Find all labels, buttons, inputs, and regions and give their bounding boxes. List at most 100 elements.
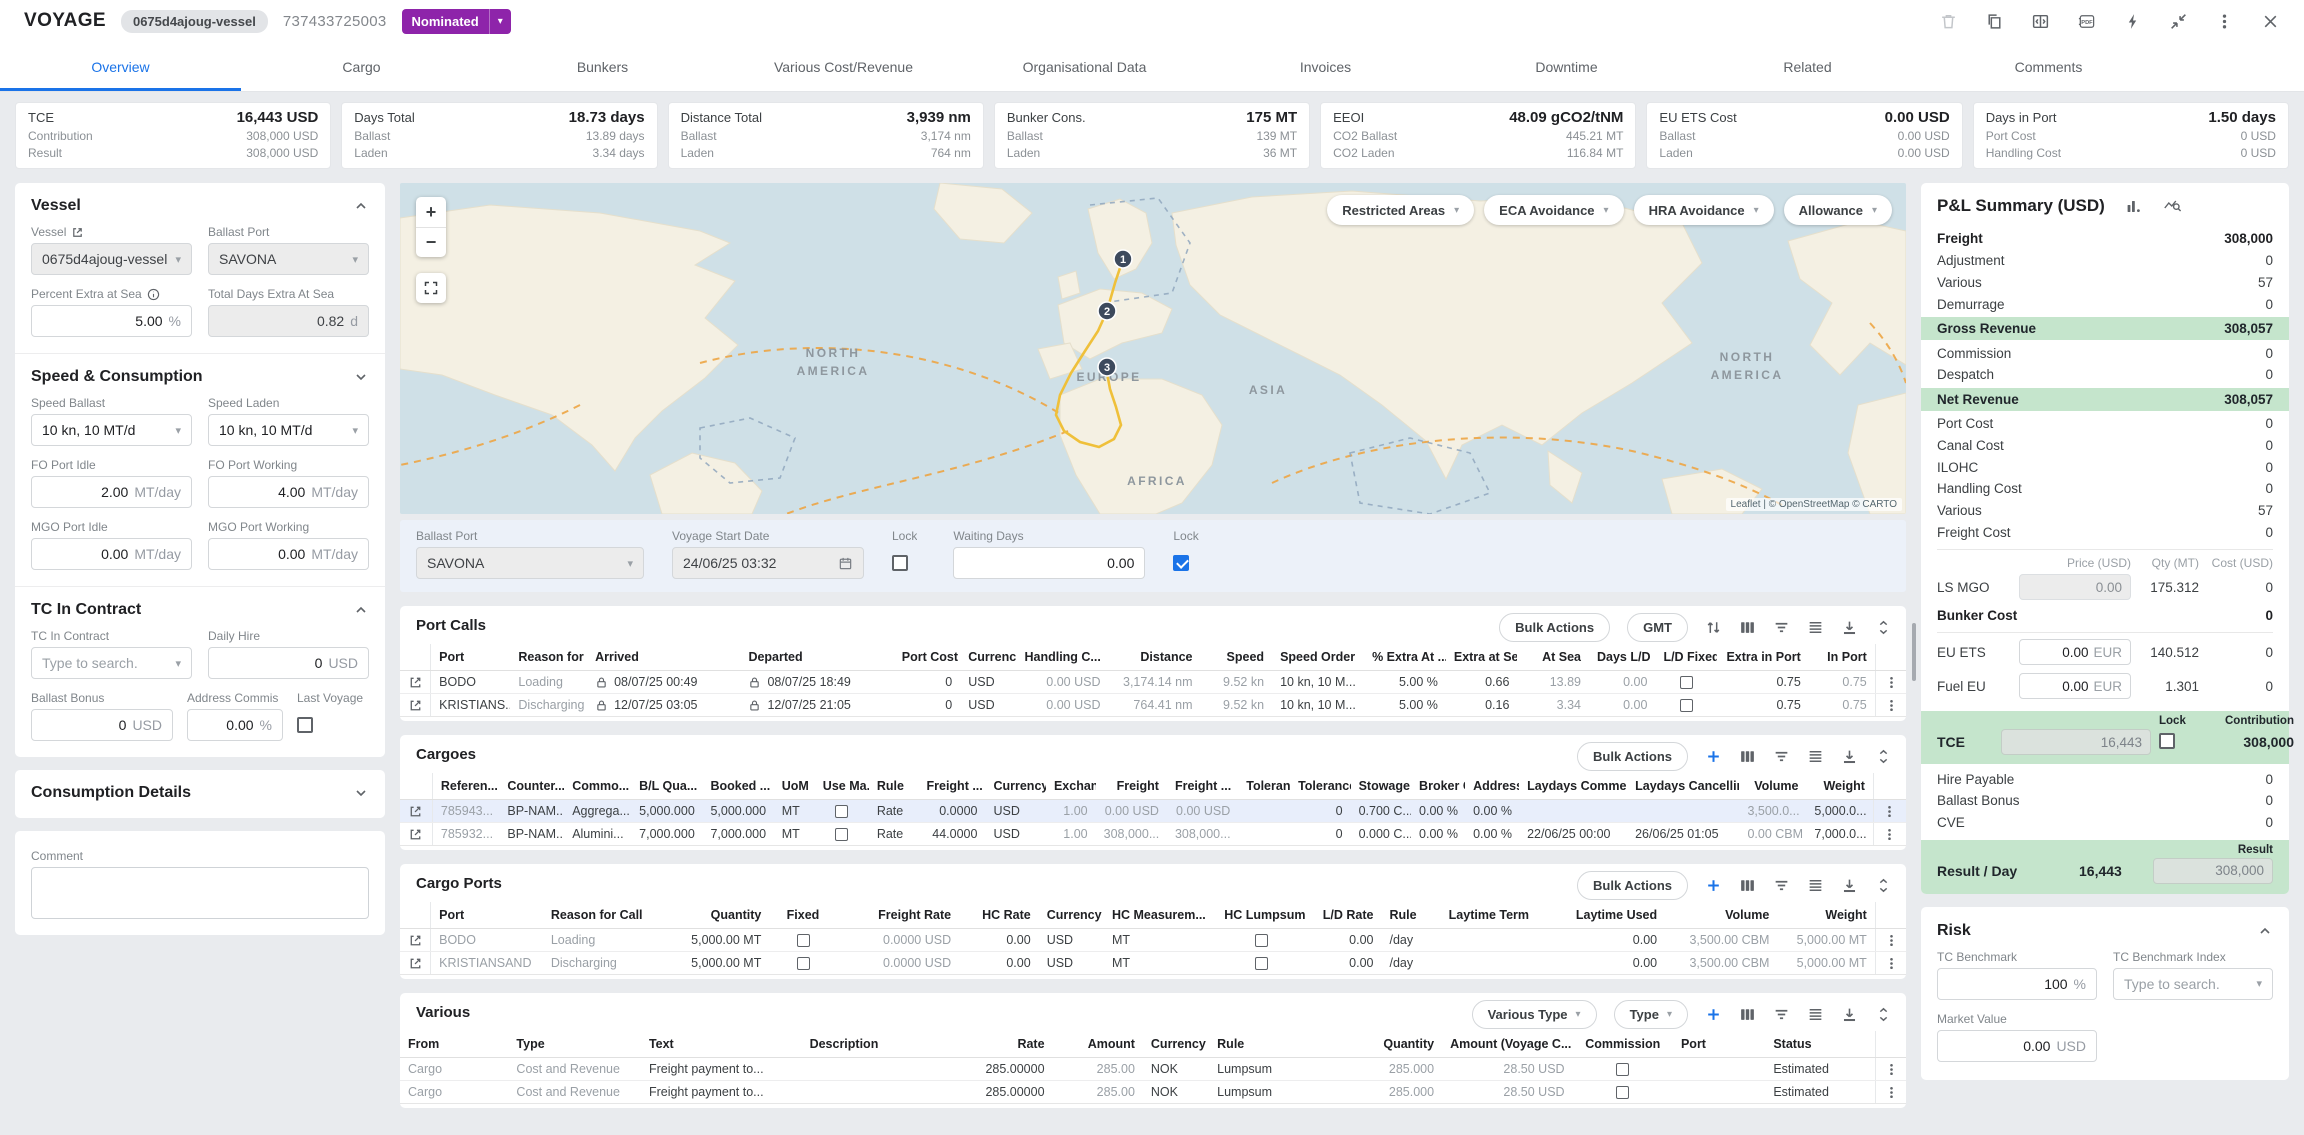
column-header[interactable]: Use Ma... — [815, 773, 869, 800]
column-header[interactable]: Freight ... — [919, 773, 986, 800]
copy-icon[interactable] — [1985, 12, 2004, 31]
column-header[interactable]: Freight — [1096, 773, 1167, 800]
bulk-actions-button[interactable]: Bulk Actions — [1577, 742, 1688, 771]
eca-avoidance-button[interactable]: ECA Avoidance▾ — [1484, 195, 1623, 225]
column-header[interactable]: Description — [802, 1031, 943, 1058]
columns-icon[interactable] — [1739, 877, 1756, 894]
column-header[interactable]: Port — [431, 902, 543, 929]
l-d-fixed-checkbox[interactable] — [1680, 676, 1693, 689]
row-menu-icon[interactable] — [1884, 1085, 1899, 1100]
column-header[interactable]: Counter... — [499, 773, 564, 800]
columns-icon[interactable] — [1739, 1006, 1756, 1023]
market-value-input[interactable]: 0.00USD — [1937, 1030, 2097, 1062]
mgo-port-working-input[interactable]: 0.00MT/day — [208, 538, 369, 570]
open-record-icon[interactable] — [408, 698, 423, 713]
chevron-up-icon[interactable] — [353, 198, 369, 214]
info-icon[interactable] — [147, 288, 160, 301]
tab-various-cost-revenue[interactable]: Various Cost/Revenue — [723, 42, 964, 91]
chevron-down-icon[interactable] — [353, 785, 369, 801]
column-header[interactable]: Freight Rate — [837, 902, 959, 929]
tab-comments[interactable]: Comments — [1928, 42, 2169, 91]
filter-icon[interactable] — [1773, 619, 1790, 636]
zoom-out-button[interactable]: − — [416, 227, 446, 257]
open-record-icon[interactable] — [408, 804, 423, 819]
row-menu-icon[interactable] — [1884, 675, 1899, 690]
plus-icon[interactable] — [1705, 1006, 1722, 1023]
download-icon[interactable] — [1841, 748, 1858, 765]
column-header[interactable]: Extra at Sea — [1446, 644, 1518, 671]
column-header[interactable]: Currency — [1143, 1031, 1209, 1058]
table-row[interactable]: BODOLoading5,000.00 MT0.0000 USD0.00USDM… — [400, 929, 1906, 952]
filter-icon[interactable] — [1773, 877, 1790, 894]
hc-lumpsum-checkbox[interactable] — [1255, 957, 1268, 970]
tab-related[interactable]: Related — [1687, 42, 1928, 91]
column-header[interactable]: Rule — [869, 773, 919, 800]
compare-icon[interactable] — [2031, 12, 2050, 31]
eu-ets-price-input[interactable]: 0.00EUR — [2019, 639, 2131, 665]
last-voyage-checkbox[interactable] — [297, 717, 313, 733]
column-header[interactable]: Rule — [1382, 902, 1441, 929]
column-header[interactable]: Laydays Commence — [1519, 773, 1627, 800]
unfold-icon[interactable] — [1875, 748, 1892, 765]
fo-port-working-input[interactable]: 4.00MT/day — [208, 476, 369, 508]
hra-avoidance-button[interactable]: HRA Avoidance▾ — [1634, 195, 1774, 225]
column-header[interactable]: HC Measurem... — [1104, 902, 1216, 929]
tab-invoices[interactable]: Invoices — [1205, 42, 1446, 91]
column-header[interactable]: UoM — [774, 773, 815, 800]
column-header[interactable]: Days L/D — [1589, 644, 1655, 671]
row-menu-icon[interactable] — [1884, 956, 1899, 971]
column-header[interactable]: Reason for ... — [510, 644, 587, 671]
fuel-eu-price-input[interactable]: 0.00EUR — [2019, 673, 2131, 699]
fo-port-idle-input[interactable]: 2.00MT/day — [31, 476, 192, 508]
open-record-icon[interactable] — [408, 956, 423, 971]
filter-icon[interactable] — [1773, 1006, 1790, 1023]
table-row[interactable]: 785932...BP-NAM...Alumini...7,000.0007,0… — [400, 823, 1906, 846]
column-header[interactable]: HC Lumpsum — [1216, 902, 1306, 929]
column-header[interactable]: Laytime Used — [1563, 902, 1665, 929]
row-menu-icon[interactable] — [1884, 698, 1899, 713]
column-header[interactable]: Broker C. — [1411, 773, 1465, 800]
lock-checkbox[interactable] — [1173, 555, 1189, 571]
open-record-icon[interactable] — [408, 827, 423, 842]
column-header[interactable]: Booked ... — [702, 773, 773, 800]
vessel-select[interactable]: 0675d4ajoug-vessel▾ — [31, 243, 192, 275]
row-menu-icon[interactable] — [1882, 804, 1897, 819]
allowance-button[interactable]: Allowance▾ — [1784, 195, 1892, 225]
ballast-port-select[interactable]: SAVONA▾ — [416, 547, 644, 579]
column-header[interactable]: Reason for Call — [543, 902, 657, 929]
rows-icon[interactable] — [1807, 619, 1824, 636]
column-header[interactable]: L/D Fixed — [1655, 644, 1716, 671]
close-icon[interactable] — [2261, 12, 2280, 31]
download-icon[interactable] — [1841, 1006, 1858, 1023]
column-header[interactable]: Currency — [1039, 902, 1104, 929]
unfold-icon[interactable] — [1875, 619, 1892, 636]
unfold-icon[interactable] — [1875, 1006, 1892, 1023]
open-record-icon[interactable] — [408, 933, 423, 948]
open-record-icon[interactable] — [408, 675, 423, 690]
tc-benchmark-input[interactable]: 100% — [1937, 968, 2097, 1000]
table-row[interactable]: 785943...BP-NAM...Aggrega...5,000.0005,0… — [400, 800, 1906, 823]
columns-icon[interactable] — [1739, 748, 1756, 765]
column-header[interactable]: In Port — [1809, 644, 1875, 671]
type-button[interactable]: Type▾ — [1614, 1000, 1688, 1029]
column-header[interactable]: HC Rate — [959, 902, 1039, 929]
column-header[interactable]: Referen... — [432, 773, 499, 800]
column-header[interactable]: Port — [431, 644, 511, 671]
speed-ballast-select[interactable]: 10 kn, 10 MT/d▾ — [31, 414, 192, 446]
column-header[interactable]: Tolerance — [1290, 773, 1350, 800]
zoom-in-button[interactable]: + — [416, 197, 446, 227]
column-header[interactable]: Toleran... — [1238, 773, 1290, 800]
column-header[interactable]: Volume — [1665, 902, 1777, 929]
bolt-icon[interactable] — [2123, 12, 2142, 31]
column-header[interactable]: From — [400, 1031, 508, 1058]
gmt-button[interactable]: GMT — [1627, 613, 1688, 642]
kebab-icon[interactable] — [2215, 12, 2234, 31]
column-header[interactable]: Laydays Cancelling — [1627, 773, 1739, 800]
voyage-start-date-input[interactable]: 24/06/25 03:32 — [672, 547, 864, 579]
route-map[interactable]: NORTHAMERICA EUROPE ASIA AFRICA NORTHAME… — [400, 183, 1906, 514]
column-header[interactable]: Status — [1765, 1031, 1875, 1058]
ballast-port-select[interactable]: SAVONA▾ — [208, 243, 369, 275]
chevron-down-icon[interactable] — [353, 369, 369, 385]
table-row[interactable]: BODOLoading08/07/25 00:4908/07/25 18:490… — [400, 671, 1906, 694]
download-icon[interactable] — [1841, 619, 1858, 636]
